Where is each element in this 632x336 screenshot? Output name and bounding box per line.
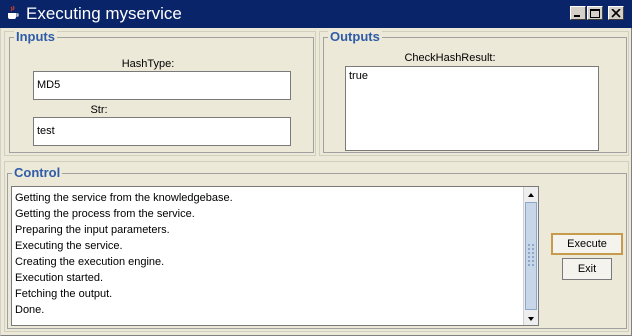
- log-line: Creating the execution engine.: [15, 256, 165, 268]
- checkhashresult-field[interactable]: true: [345, 66, 599, 151]
- outputs-legend: Outputs: [328, 29, 382, 44]
- log-area[interactable]: Getting the service from the knowledgeba…: [11, 186, 539, 326]
- window-body: Inputs HashType: MD5 Str: test Outputs C…: [0, 28, 632, 336]
- hashtype-label: HashType:: [121, 58, 175, 70]
- log-line: Execution started.: [15, 272, 104, 284]
- close-button[interactable]: [608, 6, 624, 20]
- log-line: Getting the service from the knowledgeba…: [15, 192, 233, 204]
- scroll-thumb[interactable]: [525, 202, 537, 310]
- title-bar[interactable]: Executing myservice: [0, 0, 632, 28]
- inputs-legend: Inputs: [14, 29, 57, 44]
- exit-button[interactable]: Exit: [562, 258, 612, 280]
- log-line: Executing the service.: [15, 240, 123, 252]
- java-coffee-icon: [5, 5, 21, 21]
- window-title: Executing myservice: [26, 4, 182, 23]
- checkhashresult-label: CheckHashResult:: [404, 52, 496, 64]
- execute-button[interactable]: Execute: [551, 233, 623, 255]
- scroll-up-arrow[interactable]: [524, 187, 538, 201]
- str-field[interactable]: test: [33, 117, 291, 146]
- hashtype-field[interactable]: MD5: [33, 71, 291, 100]
- control-panel: Control Getting the service from the kno…: [7, 166, 627, 329]
- log-line: Done.: [15, 304, 45, 316]
- outputs-panel: Outputs CheckHashResult: true: [323, 30, 627, 153]
- log-line: Fetching the output.: [15, 288, 113, 300]
- log-scrollbar[interactable]: [523, 187, 538, 325]
- str-label: Str:: [90, 104, 108, 116]
- log-line: Preparing the input parameters.: [15, 224, 170, 236]
- log-line: Getting the process from the service.: [15, 208, 195, 220]
- control-legend: Control: [12, 165, 63, 180]
- minimize-button[interactable]: [570, 6, 586, 20]
- inputs-panel: Inputs HashType: MD5 Str: test: [9, 30, 314, 153]
- scroll-down-arrow[interactable]: [524, 311, 538, 325]
- arrow-down-icon: [524, 311, 538, 330]
- maximize-button[interactable]: [587, 6, 603, 20]
